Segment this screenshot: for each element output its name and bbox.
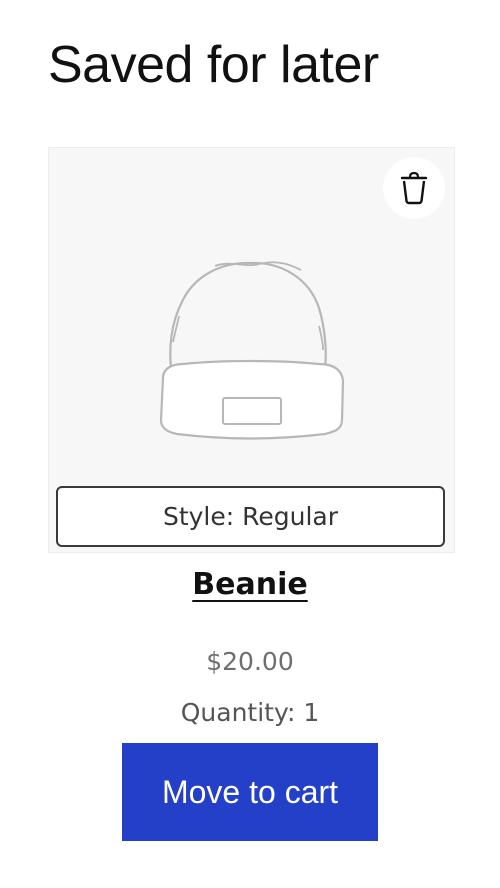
delete-button[interactable] — [383, 157, 445, 219]
page-title: Saved for later — [48, 36, 379, 94]
trash-icon — [400, 171, 428, 205]
style-selector[interactable]: Style: Regular — [56, 486, 445, 547]
move-to-cart-button[interactable]: Move to cart — [122, 743, 378, 841]
product-quantity: Quantity: 1 — [180, 698, 320, 727]
product-name-link[interactable]: Beanie — [48, 563, 452, 607]
saved-item-card: Style: Regular — [48, 147, 455, 553]
beanie-illustration — [159, 261, 345, 440]
product-price: $20.00 — [206, 647, 294, 676]
